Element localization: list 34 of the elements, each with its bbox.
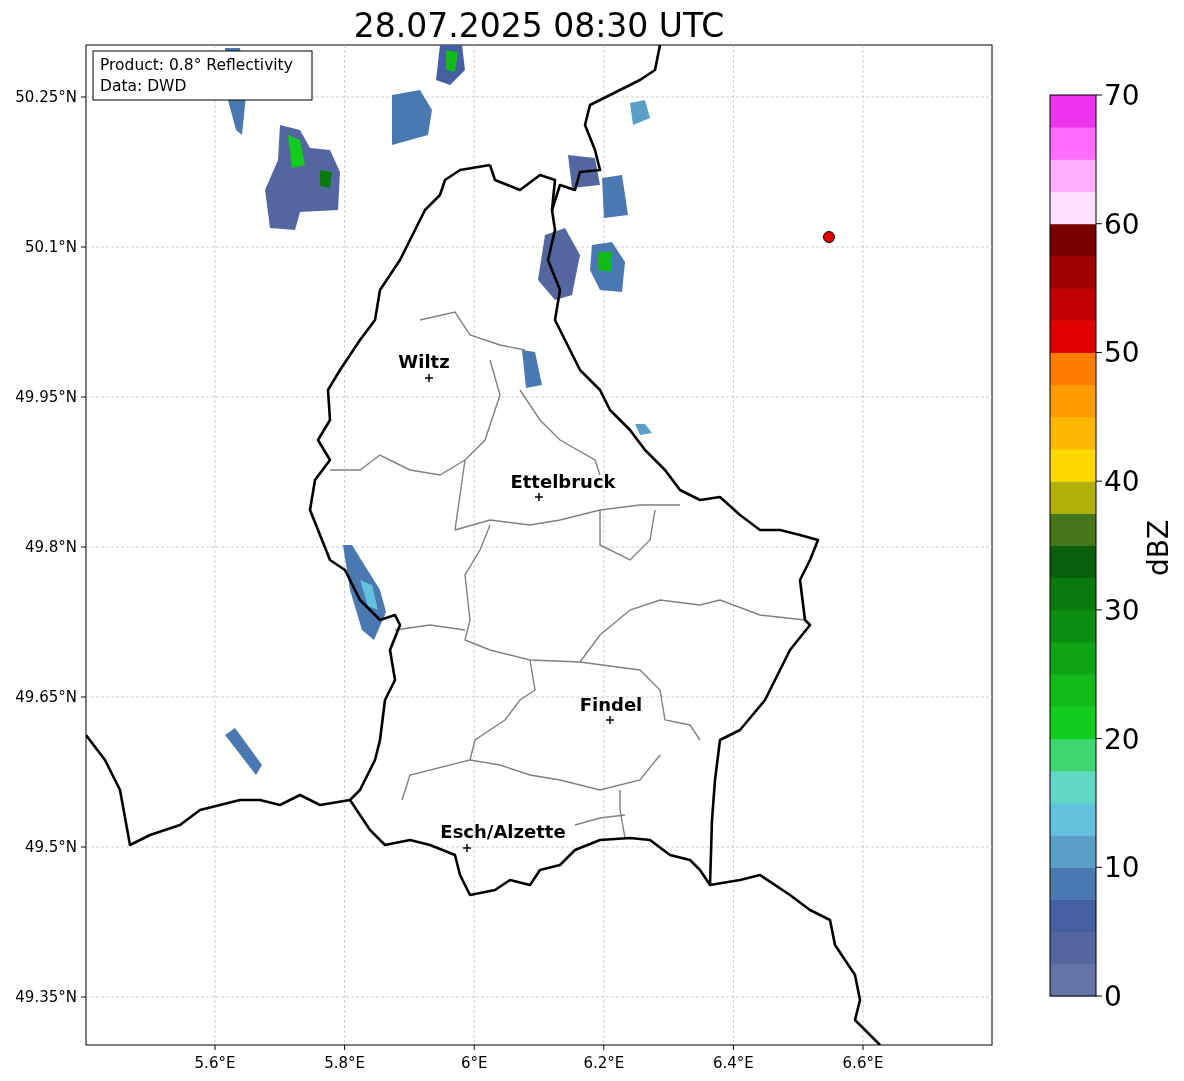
latitude-label: 49.8°N [24, 538, 77, 556]
location-dot [823, 231, 835, 243]
longitude-label: 5.6°E [194, 1054, 236, 1072]
city-marker-icon [424, 373, 434, 383]
scale-unit-label: dBZ [1142, 519, 1175, 577]
city-marker-icon [462, 843, 472, 853]
latitude-label: 50.25°N [15, 88, 77, 106]
city-marker-icon [605, 715, 615, 725]
scale-value-label: 20 [1104, 722, 1140, 756]
longitude-label: 6.4°E [713, 1054, 754, 1072]
longitude-label: 6°E [460, 1054, 488, 1072]
city-label: Esch/Alzette [440, 821, 566, 842]
scale-value-label: 40 [1104, 465, 1140, 499]
scale-value-label: 0 [1104, 980, 1122, 1013]
city-marker-icon [534, 492, 544, 502]
chart-title: 28.07.2025 08:30 UTC [353, 6, 725, 45]
scale-value-label: 70 [1104, 79, 1140, 112]
longitude-label: 6.2°E [583, 1054, 625, 1072]
scale-value-label: 50 [1104, 336, 1140, 370]
scale-value-label: 30 [1104, 593, 1140, 627]
city-label: Wiltz [398, 351, 450, 372]
latitude-label: 49.65°N [15, 688, 77, 706]
longitude-label: 6.6°E [842, 1054, 884, 1072]
latitude-label: 50.1°N [24, 238, 77, 256]
longitude-label: 5.8°E [324, 1054, 365, 1072]
city-label: Findel [579, 694, 643, 715]
scale-value-label: 10 [1104, 851, 1140, 885]
city-label: Ettelbruck [510, 471, 616, 492]
latitude-label: 49.5°N [24, 838, 77, 856]
scale-value-label: 60 [1104, 207, 1140, 241]
legend-text: Data: DWD [100, 77, 187, 95]
legend-text: Product: 0.8° Reflectivity [100, 56, 293, 74]
latitude-label: 49.35°N [15, 988, 77, 1006]
latitude-label: 49.95°N [15, 388, 77, 406]
